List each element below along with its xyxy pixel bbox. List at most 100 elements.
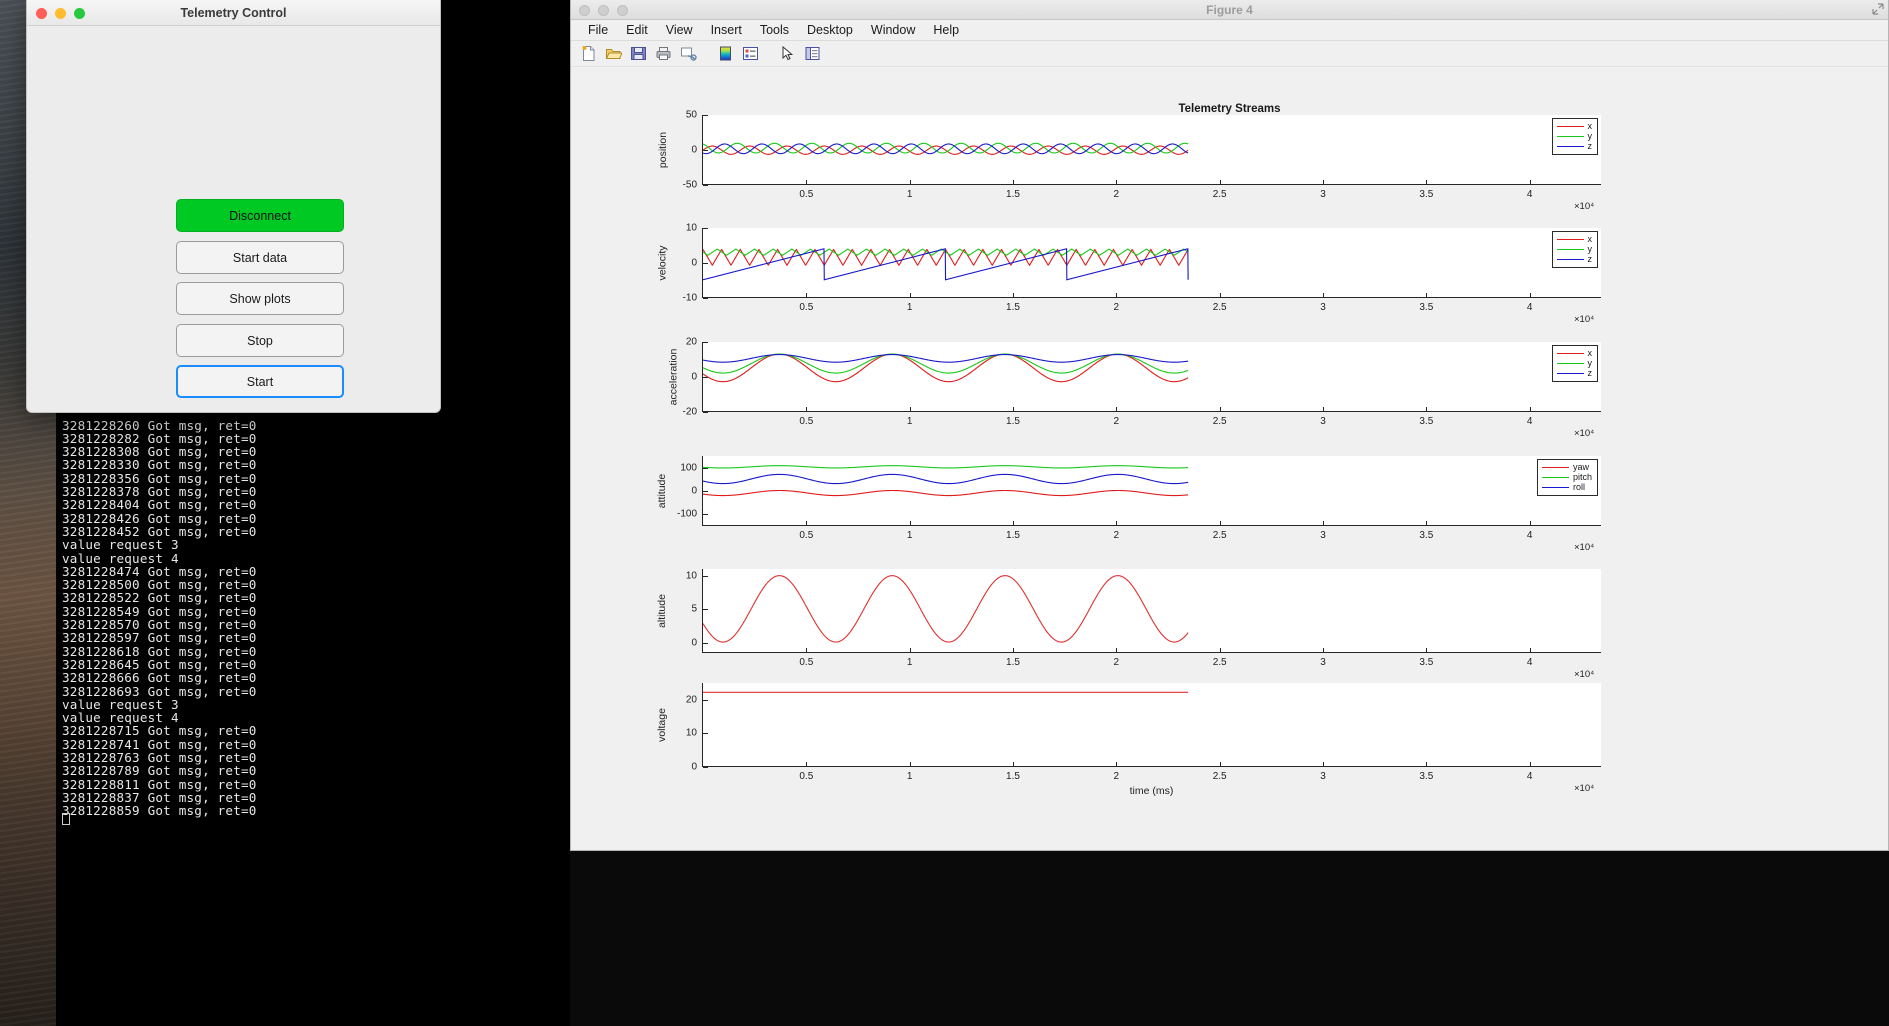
stop-button[interactable]: Stop bbox=[176, 324, 344, 357]
x-tick-label: 1 bbox=[906, 416, 913, 427]
legend-label: x bbox=[1587, 121, 1593, 131]
colorbar-icon[interactable] bbox=[714, 43, 736, 65]
menu-window[interactable]: Window bbox=[862, 21, 924, 39]
legend-swatch bbox=[1556, 239, 1584, 240]
legend-entry: roll bbox=[1541, 483, 1592, 492]
zoom-button[interactable] bbox=[74, 8, 85, 19]
x-tick-label: 3 bbox=[1320, 189, 1326, 200]
y-tick-label: 50 bbox=[685, 109, 697, 121]
legend-entry: x bbox=[1556, 234, 1593, 244]
legend-label: pitch bbox=[1572, 472, 1592, 482]
y-tick-label: 0 bbox=[691, 257, 697, 269]
x-tick-label: 1.5 bbox=[1006, 302, 1020, 313]
legend-swatch bbox=[1556, 363, 1584, 364]
figure-close-button[interactable] bbox=[579, 5, 590, 16]
link-plot-icon[interactable] bbox=[677, 43, 699, 65]
subplot-attitude[interactable]: attitude -100 0 100 0.5 1 1.5 2 2.5 3 3.5 4 ×10⁴ yaw p… bbox=[656, 456, 1601, 553]
telemetry-control-window[interactable]: Telemetry Control Disconnect Start data … bbox=[26, 0, 441, 413]
x-axis-multiplier: ×10⁴ bbox=[1574, 542, 1595, 553]
x-tick-label: 0.5 bbox=[799, 530, 814, 541]
x-tick-label: 3 bbox=[1320, 771, 1326, 782]
legend-swatch bbox=[1541, 487, 1569, 488]
series-x bbox=[703, 354, 1188, 382]
menu-desktop[interactable]: Desktop bbox=[798, 21, 862, 39]
plot-lines bbox=[703, 342, 1601, 411]
menu-file[interactable]: File bbox=[579, 21, 617, 39]
figure-plot-canvas[interactable]: Telemetry Streams position -50 0 50 0.5 1 1.5 2… bbox=[571, 67, 1888, 850]
legend-swatch bbox=[1541, 467, 1569, 468]
series-altitude bbox=[703, 576, 1188, 642]
subplot-altitude[interactable]: altitude 0 5 10 0.5 1 1.5 2 2.5 3 3.5 4 ×10⁴ bbox=[656, 569, 1601, 680]
plot-legend[interactable]: yaw pitch roll bbox=[1536, 459, 1598, 496]
pointer-icon[interactable] bbox=[776, 43, 798, 65]
y-tick-label: 20 bbox=[685, 336, 697, 348]
y-tick-label: 10 bbox=[685, 570, 697, 582]
axes-area: altitude 0 5 10 0.5 1 1.5 2 2.5 3 3.5 4 ×10⁴ bbox=[656, 569, 1601, 680]
terminal-output: 3281228260 Got msg, ret=0 3281228282 Got… bbox=[62, 417, 257, 819]
print-figure-icon[interactable] bbox=[652, 43, 674, 65]
legend-label: z bbox=[1587, 254, 1593, 264]
x-tick-label: 0.5 bbox=[799, 416, 814, 427]
y-tick-label: 10 bbox=[685, 222, 697, 234]
y-tick-label: -50 bbox=[682, 179, 697, 191]
legend-swatch bbox=[1541, 477, 1569, 478]
save-figure-icon[interactable] bbox=[627, 43, 649, 65]
menu-help[interactable]: Help bbox=[924, 21, 968, 39]
legend-label: yaw bbox=[1572, 462, 1589, 472]
disconnect-button[interactable]: Disconnect bbox=[176, 199, 344, 232]
matlab-figure-window[interactable]: Figure 4 File Edit View Insert Tools Des… bbox=[570, 0, 1889, 851]
plot-lines bbox=[703, 228, 1601, 297]
subplot-position[interactable]: position -50 0 50 0.5 1 1.5 2 2.5 3 3.5 4 ×10⁴ x y z bbox=[657, 110, 1601, 212]
titlebar[interactable]: Telemetry Control bbox=[27, 0, 440, 26]
series-pitch bbox=[703, 466, 1188, 468]
subplot-velocity[interactable]: velocity -10 0 10 0.5 1 1.5 2 2.5 3 3.5 4 ×10⁴ x y z bbox=[657, 223, 1601, 325]
x-tick-label: 2.5 bbox=[1212, 771, 1227, 782]
close-button[interactable] bbox=[36, 8, 47, 19]
legend-swatch bbox=[1556, 136, 1584, 137]
start-button[interactable]: Start bbox=[176, 365, 344, 398]
y-tick-label: 0 bbox=[691, 144, 697, 156]
legend-icon[interactable] bbox=[739, 43, 761, 65]
legend-label: z bbox=[1587, 141, 1593, 151]
y-axis-label: attitude bbox=[656, 473, 669, 508]
axes-area: voltage 0 10 20 0.5 1 1.5 2 2.5 3 3.5 4 ×10⁴ bbox=[656, 683, 1601, 794]
y-tick-label: 0 bbox=[691, 761, 697, 773]
x-tick-label: 3.5 bbox=[1419, 302, 1434, 313]
x-tick-label: 2.5 bbox=[1212, 657, 1227, 668]
y-tick-label: 100 bbox=[680, 462, 697, 474]
menu-tools[interactable]: Tools bbox=[751, 21, 798, 39]
plot-lines bbox=[703, 569, 1601, 652]
figure-zoom-button[interactable] bbox=[617, 5, 628, 16]
legend-label: x bbox=[1587, 234, 1593, 244]
x-axis-title: time (ms) bbox=[1129, 785, 1174, 797]
show-plots-button[interactable]: Show plots bbox=[176, 282, 344, 315]
menu-insert[interactable]: Insert bbox=[702, 21, 751, 39]
start-data-button[interactable]: Start data bbox=[176, 241, 344, 274]
y-axis-label: position bbox=[657, 131, 670, 168]
new-figure-icon[interactable] bbox=[577, 43, 599, 65]
figure-minimize-button[interactable] bbox=[598, 5, 609, 16]
resize-handle-icon[interactable] bbox=[1872, 3, 1884, 15]
axes-area: acceleration -20 0 20 0.5 1 1.5 2 2.5 3 3.5 4 ×10⁴ x y… bbox=[667, 337, 1601, 439]
plot-lines bbox=[703, 456, 1601, 525]
series-z bbox=[703, 355, 1188, 363]
minimize-button[interactable] bbox=[55, 8, 66, 19]
plot-legend[interactable]: xyz bbox=[1551, 231, 1598, 268]
plot-browser-icon[interactable] bbox=[801, 43, 823, 65]
plot-legend[interactable]: xyz bbox=[1551, 345, 1598, 382]
figure-title: Figure 4 bbox=[1206, 2, 1253, 17]
legend-entry: y bbox=[1556, 245, 1592, 254]
menu-view[interactable]: View bbox=[657, 21, 702, 39]
plot-legend[interactable]: xyz bbox=[1551, 118, 1598, 155]
plot-title: Telemetry Streams bbox=[1178, 103, 1281, 115]
open-file-icon[interactable] bbox=[602, 43, 624, 65]
subplot-voltage[interactable]: voltage 0 10 20 0.5 1 1.5 2 2.5 3 3.5 4 ×10⁴ bbox=[656, 683, 1601, 794]
menu-edit[interactable]: Edit bbox=[617, 21, 657, 39]
y-tick-mark bbox=[703, 298, 708, 299]
figure-titlebar[interactable]: Figure 4 bbox=[571, 0, 1888, 20]
x-axis-multiplier: ×10⁴ bbox=[1574, 201, 1595, 212]
x-tick-label: 2.5 bbox=[1212, 189, 1227, 200]
x-axis-multiplier: ×10⁴ bbox=[1574, 314, 1595, 325]
subplot-acceleration[interactable]: acceleration -20 0 20 0.5 1 1.5 2 2.5 3 3.5 4 ×10⁴ x y… bbox=[667, 337, 1601, 439]
x-tick-label: 3 bbox=[1320, 416, 1326, 427]
